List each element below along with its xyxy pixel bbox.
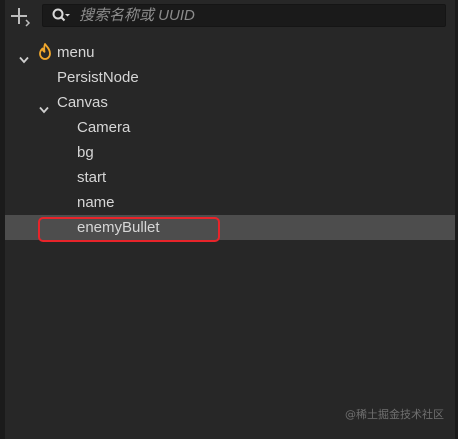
tree-node-label: name [77,194,115,211]
tree-node-label: Canvas [57,94,108,111]
tree-node-enemybullet[interactable]: enemyBullet [5,215,455,240]
tree-node-canvas[interactable]: Canvas [5,90,455,115]
chevron-down-icon[interactable] [19,48,29,64]
node-tree: menu PersistNode Canvas Camera bg start [5,40,455,240]
tree-node-label: enemyBullet [77,219,160,236]
search-input[interactable] [79,5,439,26]
tree-node-bg[interactable]: bg [5,140,455,165]
tree-node-label: start [77,169,107,186]
tree-node-start[interactable]: start [5,165,455,190]
tree-node-persistnode[interactable]: PersistNode [5,65,455,90]
scene-flame-icon [38,43,52,60]
plus-icon [11,8,31,27]
tree-node-camera[interactable]: Camera [5,115,455,140]
hierarchy-panel: menu PersistNode Canvas Camera bg start [0,0,458,439]
watermark: @稀土掘金技术社区 [345,408,444,421]
tree-node-label: Camera [77,119,131,136]
tree-node-menu[interactable]: menu [5,40,455,65]
tree-node-label: menu [57,44,95,61]
search-box[interactable] [42,4,446,27]
hierarchy-toolbar [5,0,455,34]
tree-node-name[interactable]: name [5,190,455,215]
search-icon[interactable] [52,8,70,24]
chevron-down-icon[interactable] [39,98,49,114]
tree-node-label: PersistNode [57,69,139,86]
tree-node-label: bg [77,144,94,161]
add-node-button[interactable] [10,7,32,27]
